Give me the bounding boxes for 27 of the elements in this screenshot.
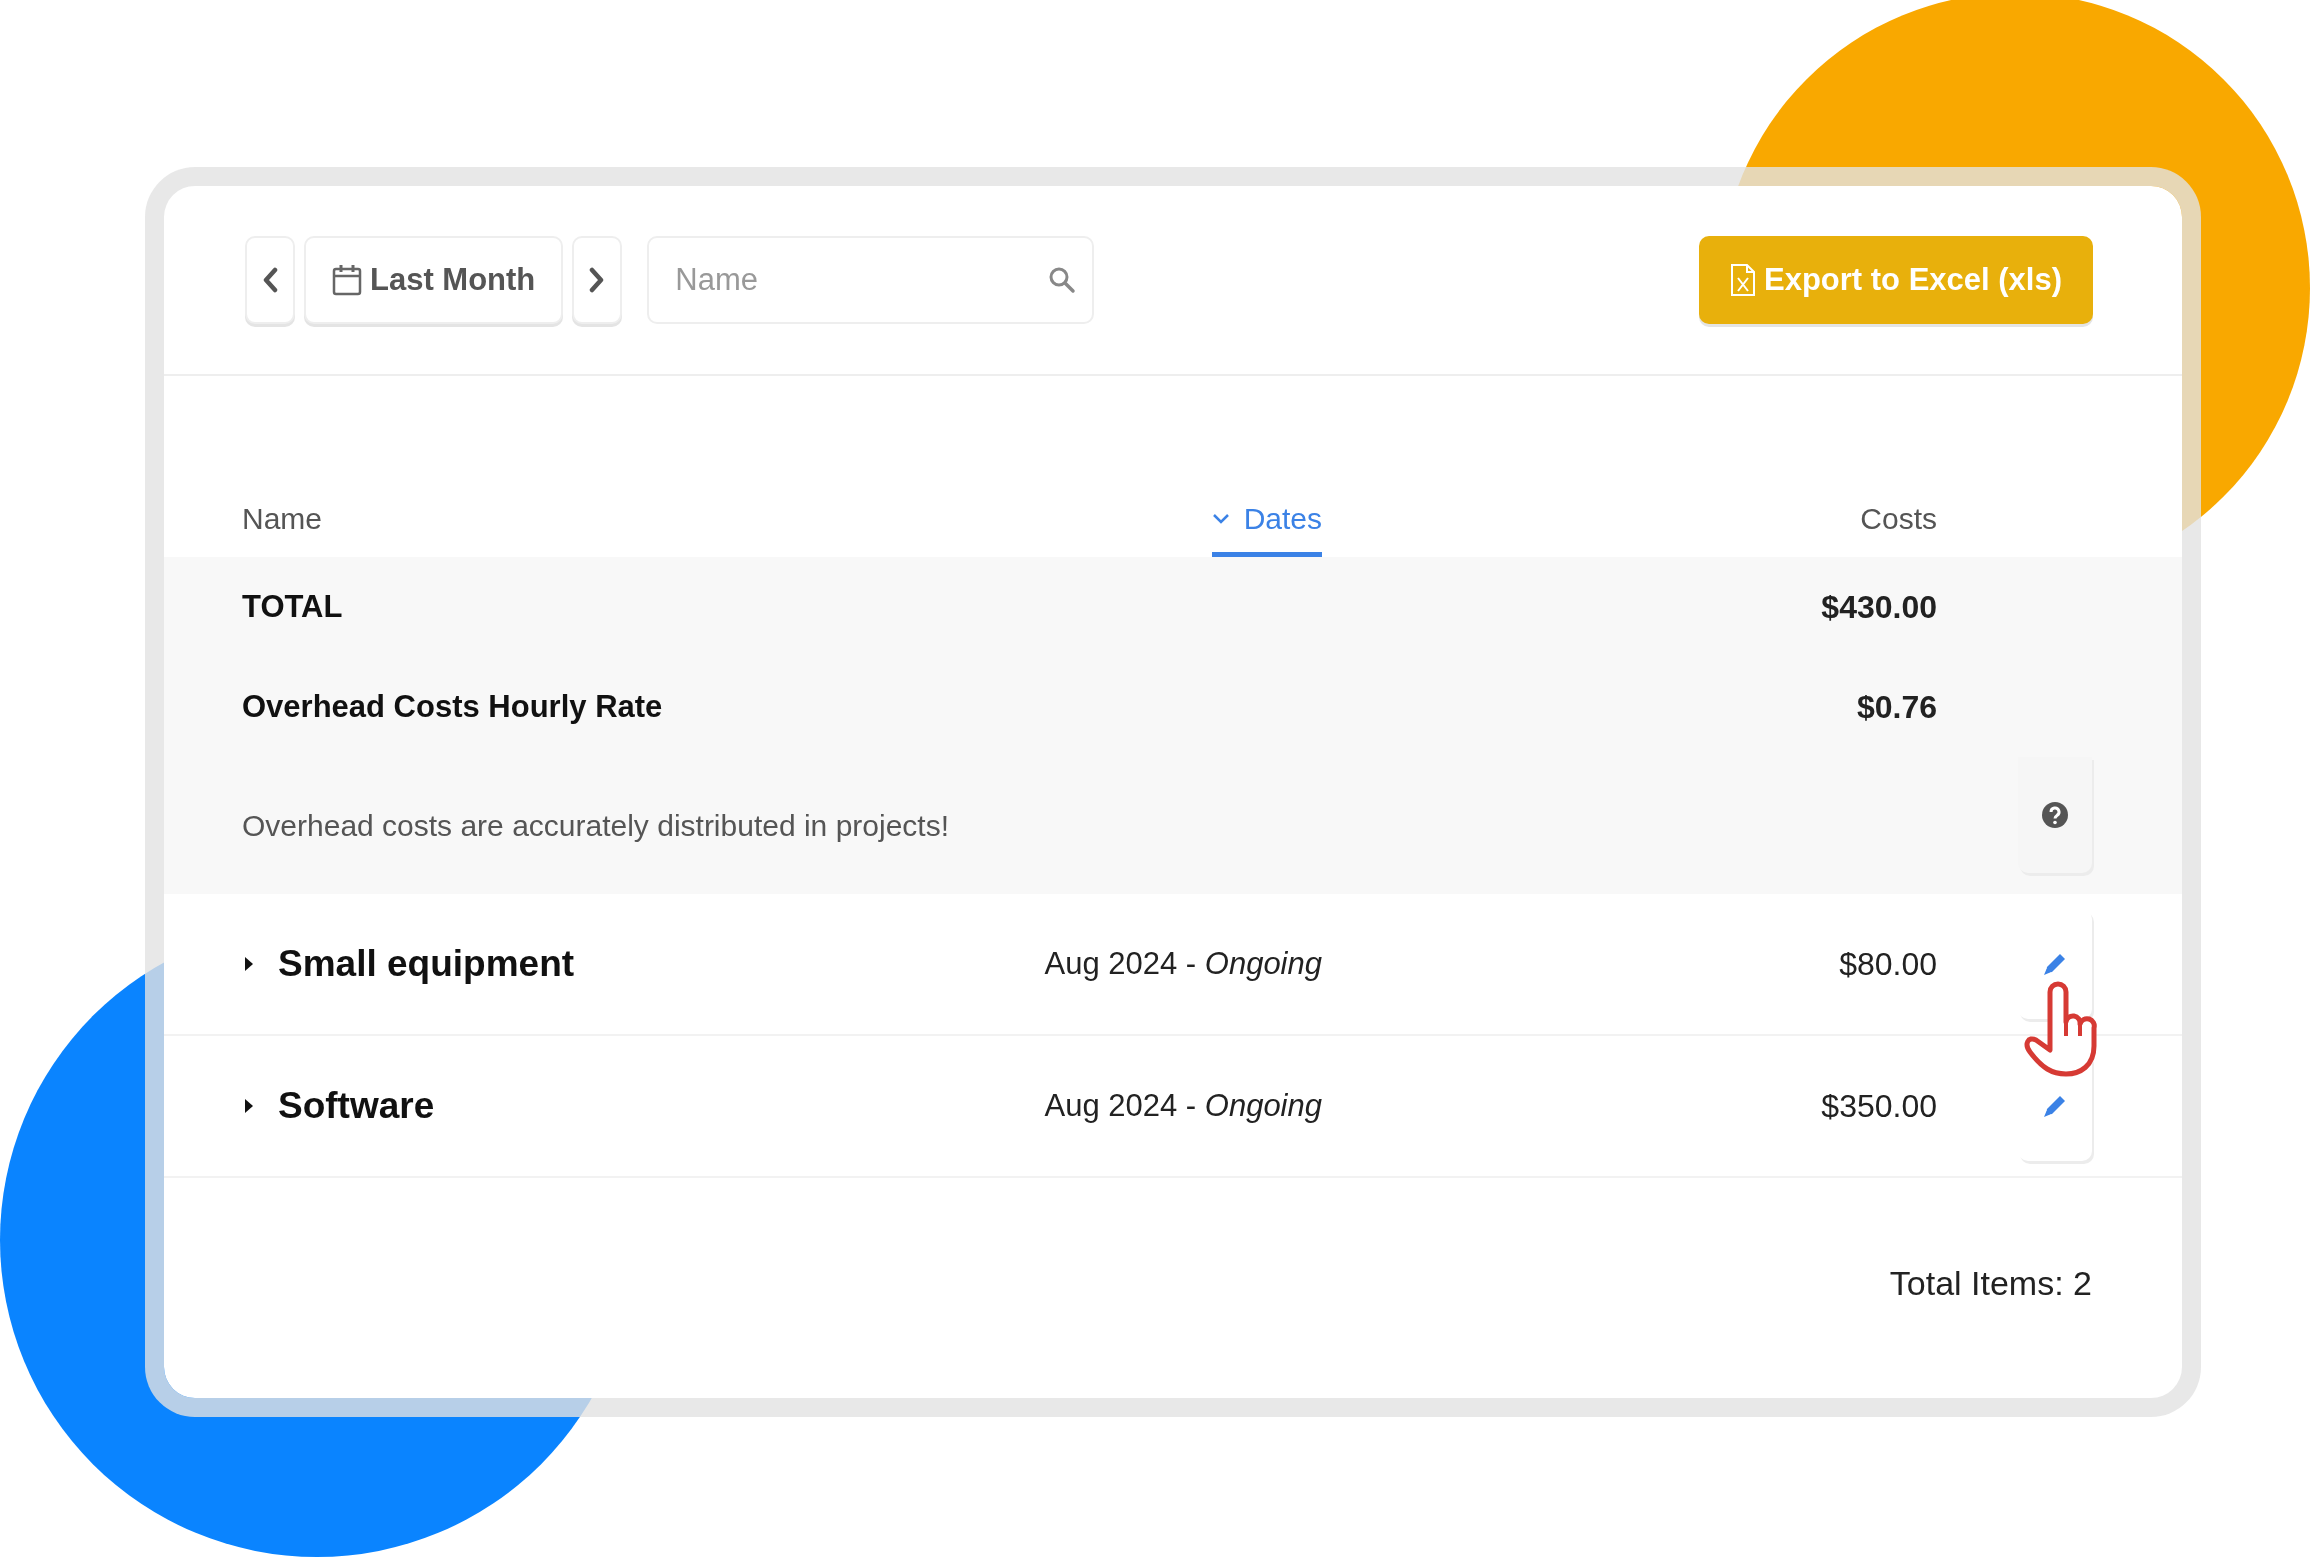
chevron-down-icon xyxy=(1211,513,1230,525)
summary-value: $430.00 xyxy=(1821,588,1937,626)
chevron-left-icon xyxy=(262,267,278,293)
period-button[interactable]: Last Month xyxy=(304,236,564,324)
pencil-icon xyxy=(2042,1093,2068,1119)
item-name: Small equipment xyxy=(278,943,575,985)
search-icon xyxy=(1048,266,1077,294)
help-icon xyxy=(2041,801,2069,829)
previous-button[interactable] xyxy=(245,236,295,324)
chevron-right-icon xyxy=(589,267,606,293)
pencil-icon xyxy=(2042,951,2068,977)
item-cost: $350.00 xyxy=(1821,1087,1937,1125)
item-cost: $80.00 xyxy=(1839,945,1937,983)
notice-text: Overhead costs are accurately distributed in projects! xyxy=(242,808,949,843)
item-name: Software xyxy=(278,1085,435,1127)
spreadsheet-file-icon xyxy=(1730,263,1756,297)
column-header[interactable]: Name xyxy=(242,502,323,557)
next-button[interactable] xyxy=(572,236,623,324)
calendar-icon xyxy=(332,264,362,296)
summary-label: TOTAL xyxy=(242,589,344,625)
column-header[interactable]: Costs xyxy=(1860,502,1937,557)
total-items-count: Total Items: 2 xyxy=(1889,1264,2092,1303)
date-range: Aug 2024 - Ongoing xyxy=(1044,1088,1322,1124)
search-field[interactable]: Name xyxy=(647,236,1095,324)
summary-label: Overhead Costs Hourly Rate xyxy=(242,689,664,725)
summary-value: $0.76 xyxy=(1856,688,1937,726)
date-range: Aug 2024 - Ongoing xyxy=(1044,946,1322,982)
